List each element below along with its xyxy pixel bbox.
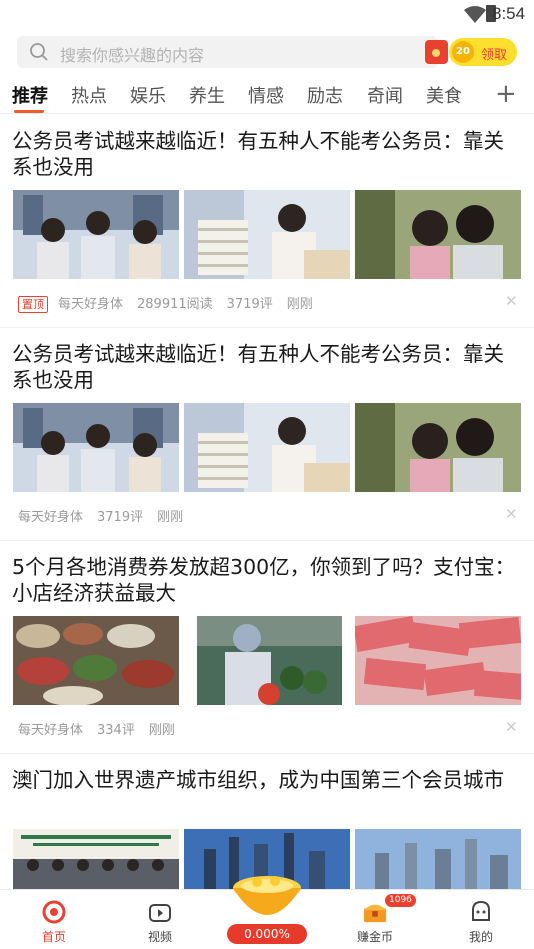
article-meta: 置顶 每天好身体 289911阅读 3719评 刚刚: [18, 293, 327, 313]
article-image: [184, 190, 350, 279]
tab-hot[interactable]: 热点: [71, 82, 107, 108]
tab-emotion[interactable]: 情感: [248, 82, 284, 108]
article-image: [355, 829, 521, 889]
article-image: [355, 403, 521, 492]
nav-me-label: 我的: [468, 930, 493, 944]
search-row: 搜索你感兴趣的内容 20 领取: [0, 36, 534, 70]
article-image: [13, 616, 179, 705]
article-comments: 334评: [97, 723, 135, 738]
wifi-icon: [464, 6, 486, 23]
article-comments: 3719评: [226, 297, 273, 312]
claim-label: 领取: [481, 48, 508, 63]
status-bar: 8:54: [0, 0, 534, 30]
article-image: [13, 403, 179, 492]
article-source[interactable]: 每天好身体: [58, 297, 123, 312]
tab-food[interactable]: 美食: [426, 82, 462, 108]
article-image: [13, 190, 179, 279]
article-time: 刚刚: [148, 723, 175, 738]
article-time: 刚刚: [157, 510, 184, 525]
article-source[interactable]: 每天好身体: [18, 510, 83, 525]
article-card[interactable]: 公务员考试越来越临近！有五种人不能考公务员：靠关系也没用: [0, 116, 534, 328]
profile-icon: [472, 900, 490, 921]
article-image: [13, 829, 179, 889]
article-images: [13, 403, 521, 492]
article-meta: 每天好身体 334评 刚刚: [18, 719, 189, 738]
reading-progress: 0.000%: [227, 924, 307, 944]
article-image: [197, 616, 363, 705]
article-title[interactable]: 澳门加入世界遗产城市组织，成为中国第三个会员城市: [12, 767, 522, 793]
article-title[interactable]: 公务员考试越来越临近！有五种人不能考公务员：靠关系也没用: [12, 128, 522, 180]
category-tabs: 推荐 热点 娱乐 养生 情感 励志 奇闻 美食 +: [0, 79, 534, 114]
coins-badge: 1096: [385, 894, 416, 907]
article-time: 刚刚: [286, 297, 313, 312]
tab-oddities[interactable]: 奇闻: [367, 82, 403, 108]
search-input[interactable]: 搜索你感兴趣的内容: [17, 36, 448, 68]
article-meta: 每天好身体 3719评 刚刚: [18, 506, 197, 525]
article-source[interactable]: 每天好身体: [18, 723, 83, 738]
tab-recommend[interactable]: 推荐: [12, 82, 48, 108]
gold-bowl-icon: [233, 876, 301, 915]
nav-video-label: 视频: [147, 930, 172, 944]
article-image: [355, 190, 521, 279]
tab-health[interactable]: 养生: [189, 82, 225, 108]
nav-earn-coins-label: 赚金币: [356, 930, 393, 944]
article-reads: 289911阅读: [137, 297, 213, 312]
nav-home[interactable]: 首页: [14, 890, 94, 949]
article-card[interactable]: 5个月各地消费券发放超300亿，你领到了吗？支付宝：小店经济获益最大 每天好身体…: [0, 542, 534, 754]
dismiss-icon[interactable]: ✕: [505, 292, 518, 310]
article-image: [184, 403, 350, 492]
article-images: [13, 616, 521, 705]
claim-button[interactable]: 20 领取: [449, 38, 517, 66]
home-icon: [42, 900, 66, 924]
tab-entertainment[interactable]: 娱乐: [130, 82, 166, 108]
article-card[interactable]: 公务员考试越来越临近！有五种人不能考公务员：靠关系也没用: [0, 329, 534, 541]
coin-icon: 20: [452, 41, 474, 63]
tab-inspiration[interactable]: 励志: [307, 82, 343, 108]
video-icon: [149, 904, 171, 922]
dismiss-icon[interactable]: ✕: [505, 505, 518, 523]
pinned-badge: 置顶: [18, 296, 48, 313]
search-icon: [30, 43, 48, 61]
article-title[interactable]: 公务员考试越来越临近！有五种人不能考公务员：靠关系也没用: [12, 341, 522, 393]
dismiss-icon[interactable]: ✕: [505, 718, 518, 736]
nav-video[interactable]: 视频: [120, 890, 200, 949]
search-placeholder: 搜索你感兴趣的内容: [60, 46, 205, 65]
active-tab-indicator: [14, 110, 44, 113]
treasure-chest-icon: [363, 904, 387, 923]
nav-home-label: 首页: [41, 930, 66, 944]
reading-progress-button[interactable]: 0.000%: [227, 872, 307, 949]
article-images: [13, 190, 521, 279]
add-tab-icon[interactable]: +: [495, 79, 517, 109]
status-time: 8:54: [492, 4, 526, 23]
nav-me[interactable]: 我的: [441, 890, 521, 949]
article-image: [355, 616, 521, 705]
article-comments: 3719评: [97, 510, 144, 525]
red-envelope-icon[interactable]: [425, 40, 448, 64]
article-title[interactable]: 5个月各地消费券发放超300亿，你领到了吗？支付宝：小店经济获益最大: [12, 554, 522, 606]
